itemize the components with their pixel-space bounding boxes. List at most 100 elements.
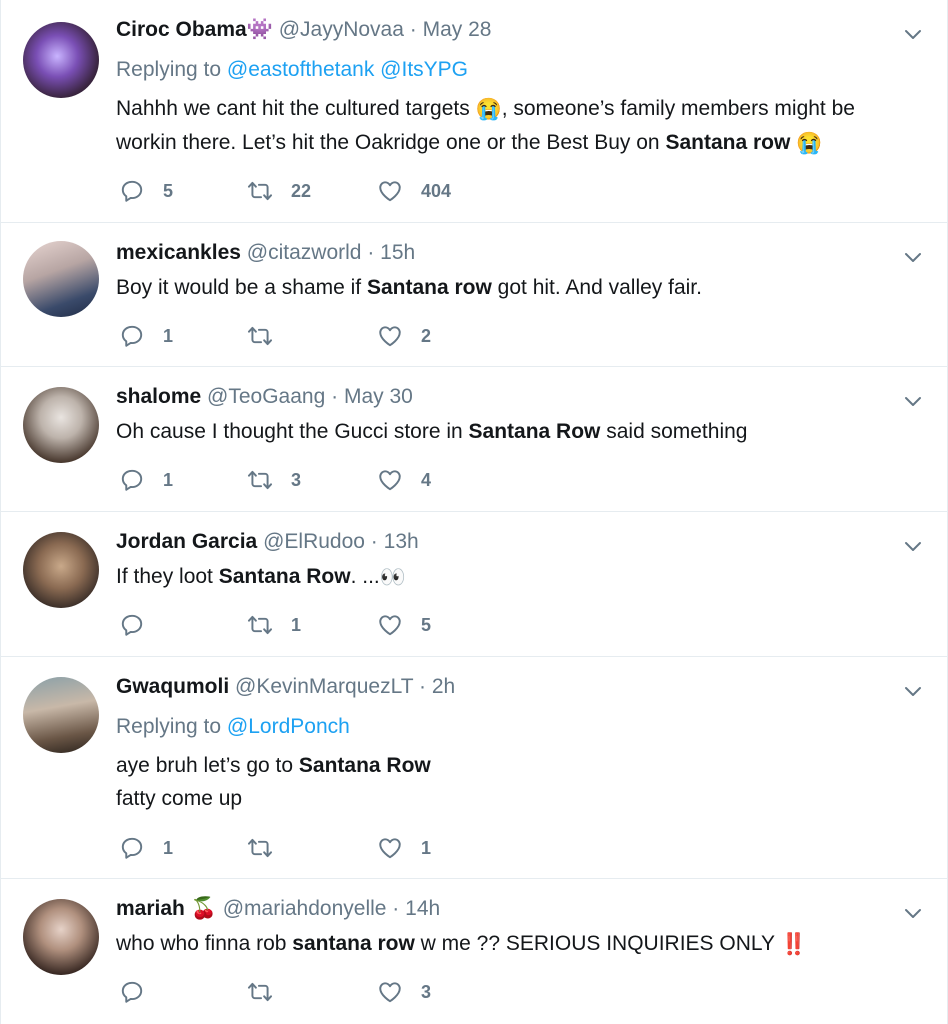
avatar[interactable] [23,532,99,608]
retweet-button[interactable] [247,834,291,862]
caret-down-icon[interactable] [901,245,925,269]
user-handle[interactable]: @mariahdonyelle [223,897,387,920]
caret-down-icon[interactable] [901,534,925,558]
caret-down-icon[interactable] [901,22,925,46]
reply-button[interactable]: 5 [119,177,173,205]
reply-button[interactable]: 1 [119,466,173,494]
retweet-button[interactable] [247,322,291,350]
caret-down-icon[interactable] [901,901,925,925]
tweet[interactable]: Ciroc Obama👾 @JayyNovaa · May 28 Replyin… [1,0,947,223]
avatar[interactable] [23,22,99,98]
reply-icon [119,323,145,349]
tweet-actions: 1 3 4 [119,466,539,494]
tweet-actions: 1 5 [119,611,539,639]
user-handle[interactable]: @ElRudoo [263,530,365,553]
keyword-bold: Santana Row [298,754,431,777]
retweet-icon [247,323,273,349]
like-icon [377,178,403,204]
tweet-text: Nahhh we cant hit the cultured targets 😭… [116,92,917,160]
tweet[interactable]: Gwaqumoli @KevinMarquezLT · 2h Replying … [1,657,947,879]
separator-dot: · [367,241,375,264]
display-name[interactable]: shalome [116,385,201,408]
separator-dot: · [370,530,378,553]
text-segment: who who finna rob [116,932,293,955]
tweet[interactable]: mexicankles @citazworld · 15h Boy it wou… [1,223,947,367]
text-segment: said something [600,420,748,443]
reply-count: 1 [163,837,174,858]
caret-down-icon[interactable] [901,679,925,703]
like-count: 404 [421,180,452,201]
reply-button[interactable] [119,978,163,1006]
user-handle[interactable]: @citazworld [247,241,362,264]
replying-to-label: Replying to [116,58,222,81]
like-button[interactable]: 4 [377,466,431,494]
like-button[interactable]: 404 [377,177,451,205]
timestamp[interactable]: 15h [380,241,415,264]
timestamp[interactable]: 13h [384,530,419,553]
cherries-emoji: 🍒 [190,897,217,920]
like-button[interactable]: 5 [377,611,431,639]
retweet-button[interactable]: 3 [247,466,301,494]
display-name[interactable]: mexicankles [116,241,241,264]
tweet-text: If they loot Santana Row. ...👀 [116,560,917,594]
text-segment: Oh cause I thought the Gucci store in [116,420,469,443]
retweet-icon [247,178,273,204]
reply-icon [119,835,145,861]
avatar[interactable] [23,899,99,975]
tweet-text: Oh cause I thought the Gucci store in Sa… [116,415,917,448]
reply-button[interactable] [119,611,163,639]
tweet[interactable]: Jordan Garcia @ElRudoo · 13h If they loo… [1,512,947,657]
like-button[interactable]: 1 [377,834,431,862]
text-line: aye bruh let’s go to Santana Row [116,749,917,782]
caret-down-icon[interactable] [901,389,925,413]
tweet-text: aye bruh let’s go to Santana Row fatty co… [116,749,917,815]
text-segment: Nahhh we cant hit the cultured targets [116,97,476,120]
timestamp[interactable]: 14h [405,897,440,920]
like-count: 3 [421,981,432,1002]
user-handle[interactable]: @JayyNovaa [279,18,404,41]
tweet[interactable]: shalome @TeoGaang · May 30 Oh cause I th… [1,367,947,512]
separator-dot: · [409,18,417,41]
text-line: fatty come up [116,787,243,810]
timestamp[interactable]: 2h [432,675,455,698]
text-segment: Boy it would be a shame if [116,276,367,299]
tweet-header: Ciroc Obama👾 @JayyNovaa · May 28 [116,18,491,42]
like-count: 4 [421,469,432,490]
tweet-actions: 1 1 [119,834,539,862]
timestamp[interactable]: May 30 [344,385,413,408]
retweet-button[interactable] [247,978,291,1006]
tweet-header: mexicankles @citazworld · 15h [116,241,415,265]
display-name[interactable]: mariah [116,897,185,920]
retweet-button[interactable]: 22 [247,177,311,205]
retweet-button[interactable]: 1 [247,611,301,639]
avatar[interactable] [23,677,99,753]
display-name[interactable]: Jordan Garcia [116,530,257,553]
mention-link[interactable]: @LordPonch [227,715,350,738]
like-icon [377,979,403,1005]
display-name[interactable]: Ciroc Obama [116,18,247,41]
user-handle[interactable]: @TeoGaang [207,385,325,408]
like-count: 5 [421,614,432,635]
mention-link[interactable]: @ItsYPG [380,58,468,81]
timestamp[interactable]: May 28 [423,18,492,41]
tweet-actions: 5 22 404 [119,177,539,205]
avatar[interactable] [23,241,99,317]
name-emoji: 👾 [246,18,273,41]
user-handle[interactable]: @KevinMarquezLT [235,675,413,698]
tweet[interactable]: mariah 🍒 @mariahdonyelle · 14h who who f… [1,879,947,1024]
mention-link[interactable]: @eastofthetank [227,58,374,81]
reply-button[interactable]: 1 [119,322,173,350]
like-icon [377,323,403,349]
like-button[interactable]: 2 [377,322,431,350]
double-exclamation-emoji: ‼️ [780,932,807,956]
retweet-icon [247,979,273,1005]
retweet-icon [247,835,273,861]
eyes-emoji: 👀 [379,565,406,589]
like-button[interactable]: 3 [377,978,431,1006]
tweet-header: shalome @TeoGaang · May 30 [116,385,413,409]
display-name[interactable]: Gwaqumoli [116,675,229,698]
reply-button[interactable]: 1 [119,834,173,862]
like-icon [377,835,403,861]
text-segment: got hit. And valley fair. [491,276,702,299]
avatar[interactable] [23,387,99,463]
